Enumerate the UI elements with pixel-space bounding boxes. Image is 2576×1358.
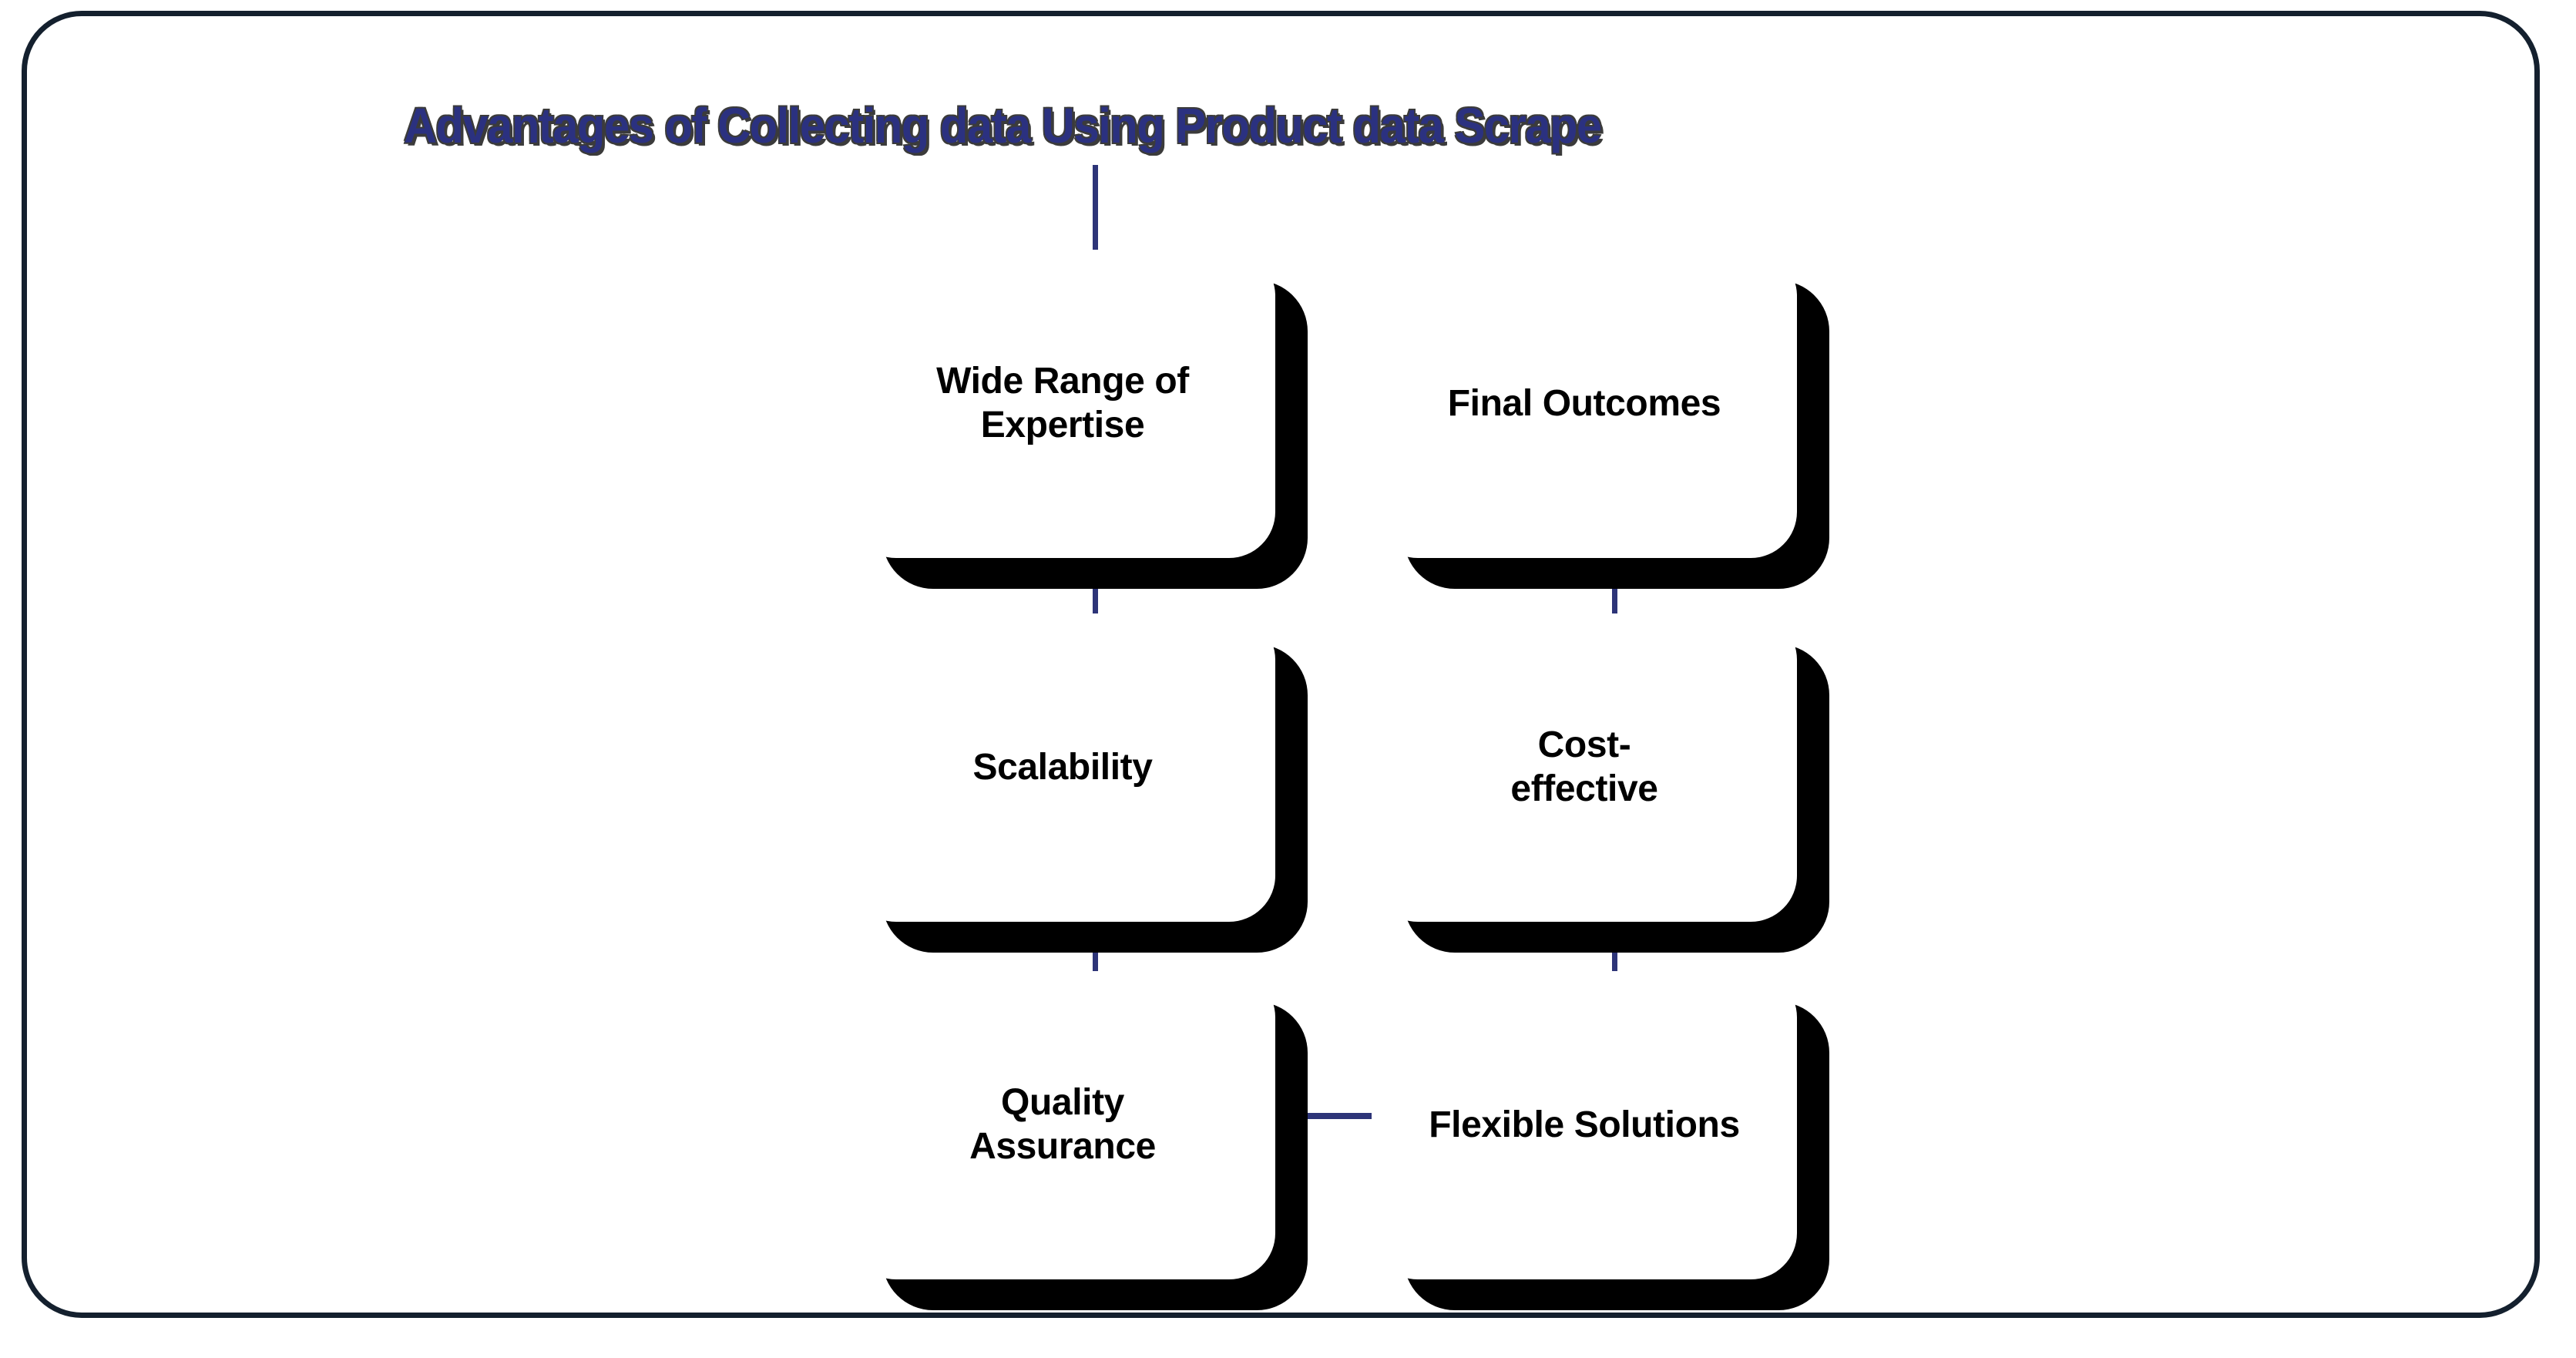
node-cost-effective[interactable]: Cost- effective (1372, 613, 1829, 953)
node-scalability[interactable]: Scalability (850, 613, 1308, 953)
node-label: Scalability (972, 746, 1153, 788)
node-card[interactable]: Final Outcomes (1372, 250, 1797, 558)
node-label: Wide Range of Expertise (936, 361, 1189, 445)
node-wide-range-of-expertise[interactable]: Wide Range of Expertise (850, 250, 1308, 589)
node-quality-assurance[interactable]: Quality Assurance (850, 971, 1308, 1310)
node-flexible-solutions[interactable]: Flexible Solutions (1372, 971, 1829, 1310)
node-label: Cost- effective (1510, 724, 1658, 809)
node-card[interactable]: Cost- effective (1372, 613, 1797, 922)
node-card[interactable]: Quality Assurance (850, 971, 1275, 1279)
node-label: Quality Assurance (969, 1082, 1156, 1167)
node-card[interactable]: Flexible Solutions (1372, 971, 1797, 1279)
node-card[interactable]: Wide Range of Expertise (850, 250, 1275, 558)
node-grid: Wide Range of Expertise Scalability Qual… (0, 0, 2576, 1358)
node-label: Final Outcomes (1447, 382, 1721, 424)
node-label: Flexible Solutions (1429, 1104, 1740, 1145)
node-card[interactable]: Scalability (850, 613, 1275, 922)
node-final-outcomes[interactable]: Final Outcomes (1372, 250, 1829, 589)
